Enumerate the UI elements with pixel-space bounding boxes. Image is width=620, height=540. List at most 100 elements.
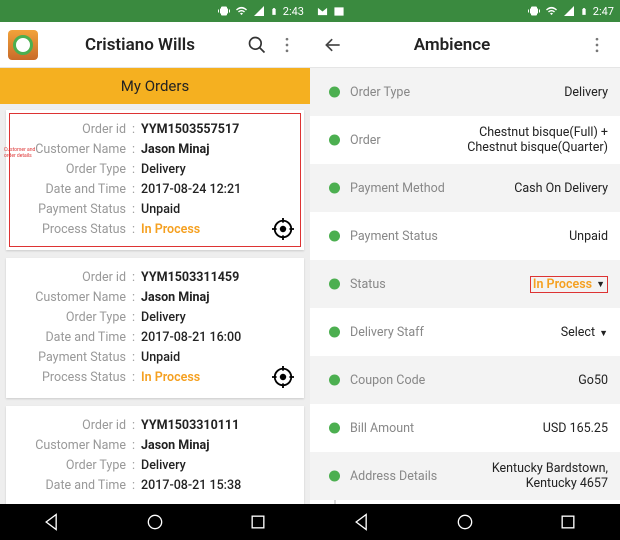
label-customer: Customer Name — [12, 436, 132, 456]
detail-row: Payment StatusUnpaid — [310, 212, 620, 260]
label-process-status: Process Status — [12, 220, 132, 240]
android-nav-bar — [0, 504, 310, 540]
signal-icon — [563, 5, 575, 17]
label-order-id: Order id — [12, 120, 132, 140]
orders-header: My Orders — [0, 68, 310, 104]
status-time: 2:47 — [593, 5, 614, 18]
value-process-status: In Process — [141, 368, 200, 388]
value-order-type: Delivery — [141, 308, 186, 328]
vibrate-icon — [528, 5, 540, 17]
detail-label: Coupon Code — [350, 373, 458, 388]
nav-back[interactable] — [347, 507, 377, 537]
detail-row: Bill AmountUSD 165.25 — [310, 404, 620, 452]
timeline-dot-icon — [329, 183, 340, 194]
chevron-down-icon: ▼ — [599, 328, 608, 339]
value-order-id: YYM1503557517 — [141, 120, 239, 140]
phone-left: 2:43 Cristiano Wills My Orders Customer … — [0, 0, 310, 540]
label-payment-status: Payment Status — [12, 348, 132, 368]
label-process-status: Process Status — [12, 368, 132, 388]
value-order-id: YYM1503311459 — [141, 268, 239, 288]
detail-label: Delivery Staff — [350, 325, 458, 340]
nav-back[interactable] — [37, 507, 67, 537]
detail-value: Unpaid — [458, 229, 608, 244]
detail-row: Address DetailsKentucky Bardstown, Kentu… — [310, 452, 620, 500]
detail-label: Order Type — [350, 85, 458, 100]
value-payment-status: Unpaid — [141, 200, 180, 220]
label-order-id: Order id — [12, 416, 132, 436]
image-icon — [333, 6, 345, 17]
label-payment-status: Payment Status — [12, 200, 132, 220]
detail-value[interactable]: In Process▼ — [458, 276, 608, 293]
label-date-time: Date and Time — [12, 328, 132, 348]
value-order-type: Delivery — [141, 456, 186, 476]
signal-icon — [253, 5, 265, 17]
chevron-down-icon: ▼ — [596, 279, 605, 290]
more-vert-icon — [277, 35, 297, 55]
detail-value: Chestnut bisque(Full) + Chestnut bisque(… — [458, 125, 608, 155]
detail-row: OrderChestnut bisque(Full) + Chestnut bi… — [310, 116, 620, 164]
app-icon[interactable] — [8, 30, 38, 60]
detail-row: Order TypeDelivery — [310, 68, 620, 116]
page-title: Ambience — [322, 35, 582, 55]
page-title: Cristiano Wills — [38, 35, 242, 55]
value-date-time: 2017-08-24 12:21 — [141, 180, 241, 200]
value-customer: Jason Minaj — [141, 140, 209, 160]
value-date-time: 2017-08-21 15:38 — [141, 476, 241, 496]
order-card[interactable]: Order id:YYM1503311459 Customer Name:Jas… — [6, 258, 304, 398]
detail-label: Status — [350, 277, 458, 292]
detail-value[interactable]: Select▼ — [458, 325, 608, 340]
label-order-type: Order Type — [12, 308, 132, 328]
label-customer: Customer Name — [12, 288, 132, 308]
detail-label: Payment Method — [350, 181, 458, 196]
wifi-icon — [545, 5, 558, 17]
detail-label: Bill Amount — [350, 421, 458, 436]
detail-value: Go50 — [458, 373, 608, 388]
nav-home[interactable] — [140, 507, 170, 537]
target-icon[interactable] — [272, 218, 294, 240]
timeline-dot-icon — [329, 375, 340, 386]
timeline-dot-icon — [329, 327, 340, 338]
timeline-dot-icon — [329, 279, 340, 290]
overflow-button[interactable] — [272, 30, 302, 60]
detail-row: Coupon CodeGo50 — [310, 356, 620, 404]
label-date-time: Date and Time — [12, 476, 132, 496]
status-right: 2:43 — [218, 5, 304, 18]
nav-recent[interactable] — [553, 507, 583, 537]
timeline-dot-icon — [329, 135, 340, 146]
value-date-time: 2017-08-21 16:00 — [141, 328, 241, 348]
annotation-label: Customer and order details — [4, 148, 44, 159]
detail-row[interactable]: Status In Process▼ — [310, 260, 620, 308]
search-button[interactable] — [242, 30, 272, 60]
nav-home[interactable] — [450, 507, 480, 537]
order-list[interactable]: Customer and order details Order id:YYM1… — [0, 104, 310, 504]
nav-recent[interactable] — [243, 507, 273, 537]
detail-label: Address Details — [350, 469, 458, 484]
label-order-id: Order id — [12, 268, 132, 288]
status-bar: 2:43 — [0, 0, 310, 22]
value-customer: Jason Minaj — [141, 436, 209, 456]
wifi-icon — [235, 5, 248, 17]
timeline-dot-icon — [329, 423, 340, 434]
detail-value: Kentucky Bardstown, Kentucky 4657 — [458, 461, 608, 491]
value-order-type: Delivery — [141, 160, 186, 180]
detail-row[interactable]: Delivery StaffSelect▼ — [310, 308, 620, 356]
detail-row: Payment MethodCash On Delivery — [310, 164, 620, 212]
value-order-id: YYM1503310111 — [141, 416, 239, 436]
battery-icon — [580, 5, 588, 18]
target-icon[interactable] — [272, 366, 294, 388]
android-nav-bar — [310, 504, 620, 540]
overflow-button[interactable] — [582, 30, 612, 60]
detail-value: USD 165.25 — [458, 421, 608, 436]
order-card[interactable]: Order id:YYM1503310111 Customer Name:Jas… — [6, 406, 304, 504]
order-card[interactable]: Customer and order details Order id:YYM1… — [6, 110, 304, 250]
status-left — [316, 6, 345, 17]
status-time: 2:43 — [283, 5, 304, 18]
label-order-type: Order Type — [12, 456, 132, 476]
toolbar: Ambience — [310, 22, 620, 68]
label-date-time: Date and Time — [12, 180, 132, 200]
detail-list[interactable]: Order TypeDeliveryOrderChestnut bisque(F… — [310, 68, 620, 504]
timeline-dot-icon — [329, 87, 340, 98]
value-customer: Jason Minaj — [141, 288, 209, 308]
mail-icon — [316, 6, 329, 17]
status-dropdown[interactable]: In Process▼ — [530, 276, 608, 293]
